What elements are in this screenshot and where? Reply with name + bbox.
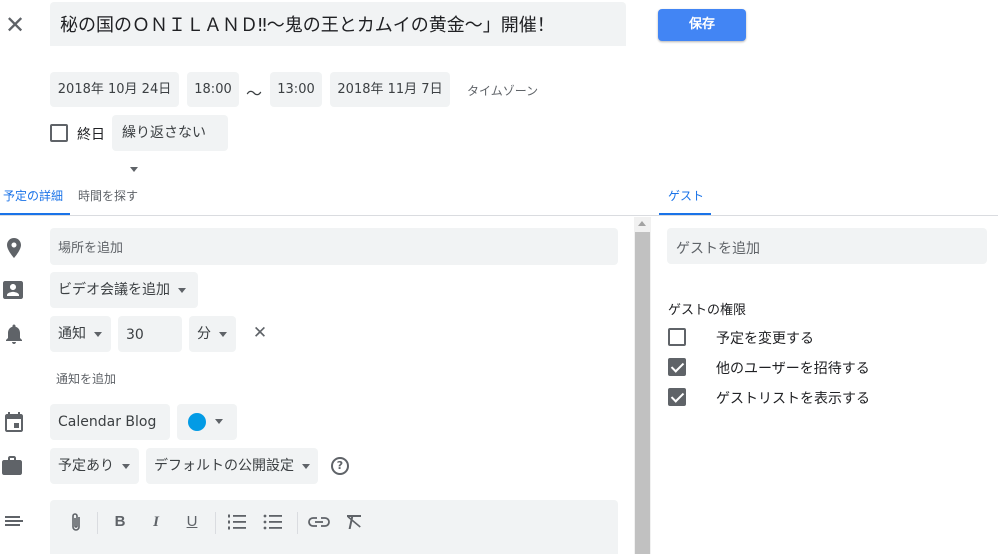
toolbar-separator — [215, 512, 216, 534]
notification-type-dropdown[interactable]: 通知 — [50, 316, 111, 352]
calendar-name: Calendar Blog — [58, 414, 157, 430]
bold-icon[interactable]: B — [108, 510, 132, 534]
end-time-field[interactable]: 13:00 — [270, 72, 322, 107]
description-icon — [5, 516, 23, 526]
chevron-down-icon — [215, 419, 223, 424]
all-day-label: 終日 — [77, 127, 105, 143]
add-guests-input[interactable]: ゲストを追加 — [667, 228, 987, 264]
attach-icon[interactable] — [66, 512, 86, 534]
start-time-field[interactable]: 18:00 — [187, 72, 239, 107]
remove-notification-icon[interactable]: ✕ — [251, 323, 269, 343]
scroll-up-arrow-icon[interactable] — [634, 217, 651, 231]
tabs-divider — [0, 215, 998, 216]
video-meeting-icon — [3, 281, 23, 299]
visibility-dropdown[interactable]: デフォルトの公開設定 — [146, 448, 318, 484]
repeat-label: 繰り返さない — [122, 125, 206, 141]
notification-type: 通知 — [58, 326, 86, 342]
italic-icon[interactable]: I — [144, 510, 168, 534]
permission-label-invite: 他のユーザーを招待する — [716, 361, 870, 377]
numbered-list-icon[interactable] — [227, 513, 247, 531]
video-label: ビデオ会議を追加 — [58, 282, 170, 298]
notification-value-input[interactable]: 30 — [118, 316, 182, 352]
permission-label-modify: 予定を変更する — [716, 331, 814, 347]
add-video-conference-button[interactable]: ビデオ会議を追加 — [50, 272, 198, 308]
close-icon[interactable]: ✕ — [4, 12, 26, 38]
start-date-field[interactable]: 2018年 10月 24日 — [50, 72, 179, 107]
clear-format-icon[interactable] — [344, 513, 364, 531]
location-placeholder: 場所を追加 — [58, 241, 124, 256]
end-date-field[interactable]: 2018年 11月 7日 — [330, 72, 450, 107]
guest-permissions-title: ゲストの権限 — [668, 303, 747, 318]
permission-checkbox-modify[interactable] — [668, 328, 686, 346]
notification-value: 30 — [126, 327, 144, 343]
add-notification-link[interactable]: 通知を追加 — [56, 370, 116, 387]
title-field[interactable]: 秘の国のＯＮＩＬＡＮＤ‼〜鬼の王とカムイの黄金〜」開催！ — [50, 2, 626, 46]
availability-label: 予定あり — [58, 458, 114, 474]
calendar-icon — [5, 412, 23, 432]
all-day-checkbox[interactable] — [50, 124, 68, 142]
event-title: 秘の国のＯＮＩＬＡＮＤ‼〜鬼の王とカムイの黄金〜」開催！ — [60, 15, 555, 36]
color-select-dropdown[interactable] — [177, 404, 237, 440]
add-guests-placeholder: ゲストを追加 — [676, 241, 760, 257]
chevron-down-icon — [122, 463, 130, 469]
link-icon[interactable] — [308, 515, 330, 529]
chevron-down-icon — [219, 331, 227, 337]
description-editor[interactable] — [50, 500, 618, 554]
toolbar-separator — [297, 512, 298, 534]
bulleted-list-icon[interactable] — [263, 513, 283, 531]
permission-checkbox-invite[interactable] — [668, 358, 686, 376]
chevron-down-icon — [130, 166, 138, 172]
chevron-down-icon — [94, 331, 102, 337]
bell-icon — [6, 324, 22, 344]
chevron-down-icon — [178, 287, 186, 293]
permission-label-see-list: ゲストリストを表示する — [716, 391, 870, 407]
timezone-button[interactable]: タイムゾーン — [467, 82, 538, 99]
location-pin-icon — [7, 238, 21, 258]
tab-event-details[interactable]: 予定の詳細 — [3, 187, 63, 204]
notification-unit: 分 — [197, 326, 211, 342]
scrollbar-thumb[interactable] — [635, 232, 650, 554]
permission-checkbox-see-list[interactable] — [668, 388, 686, 406]
underline-icon[interactable]: U — [180, 510, 204, 534]
notification-unit-dropdown[interactable]: 分 — [189, 316, 236, 352]
save-button[interactable]: 保存 — [658, 9, 746, 41]
time-separator: 〜 — [246, 84, 263, 103]
calendar-color-swatch — [188, 413, 206, 431]
briefcase-icon — [2, 456, 22, 475]
visibility-label: デフォルトの公開設定 — [154, 458, 294, 474]
location-input[interactable]: 場所を追加 — [50, 228, 618, 265]
repeat-dropdown[interactable]: 繰り返さない — [112, 115, 228, 172]
calendar-select-dropdown[interactable]: Calendar Blog — [50, 404, 170, 461]
tab-guests[interactable]: ゲスト — [668, 187, 704, 204]
availability-dropdown[interactable]: 予定あり — [50, 448, 139, 484]
toolbar-separator — [97, 512, 98, 534]
help-icon[interactable]: ? — [331, 457, 349, 475]
tab-find-time[interactable]: 時間を探す — [78, 187, 138, 204]
chevron-down-icon — [302, 463, 310, 469]
